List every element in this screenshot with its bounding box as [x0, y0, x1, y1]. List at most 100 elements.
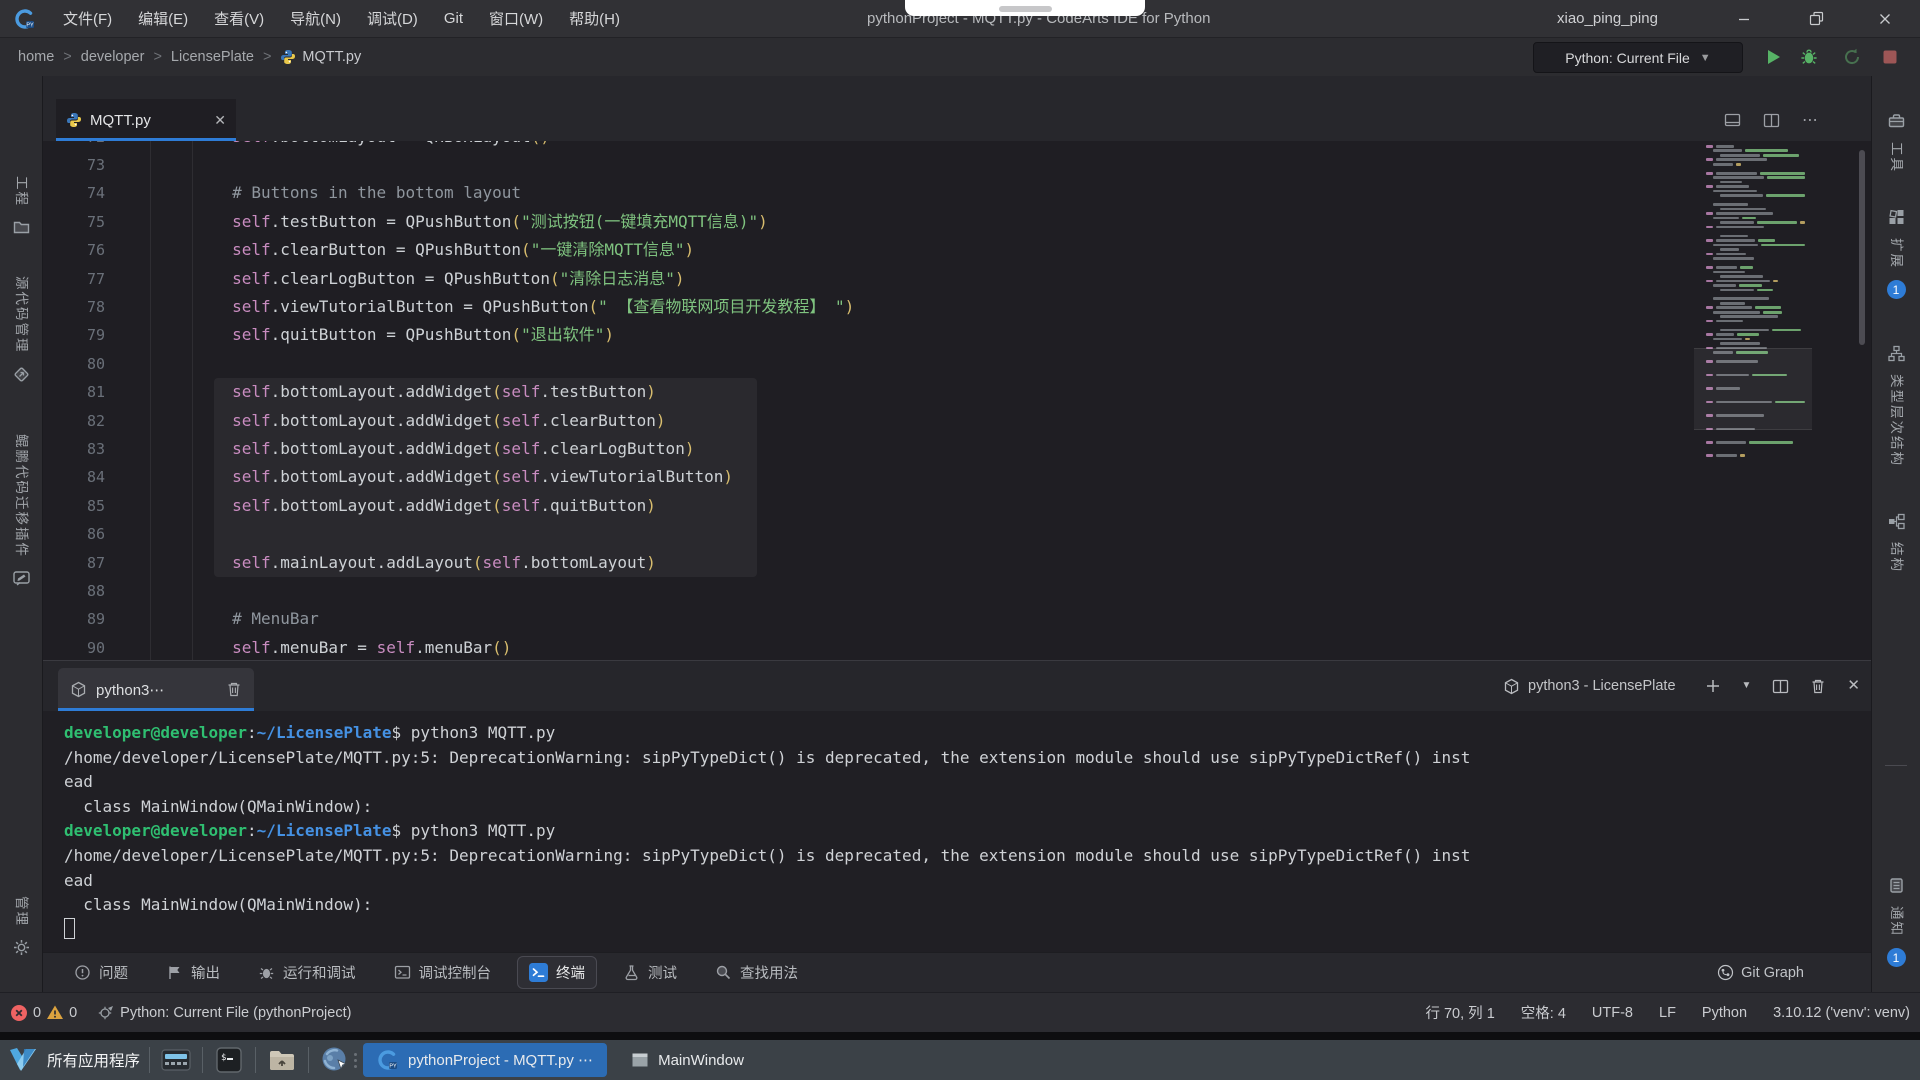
run-button[interactable]: [1762, 46, 1784, 68]
sidebar-item-manage[interactable]: 管理: [0, 896, 42, 957]
warning-icon: [46, 1004, 64, 1021]
panel-tab-terminal[interactable]: 终端: [517, 956, 597, 989]
restart-button[interactable]: [1841, 46, 1863, 68]
code-line-82: 82 self.bottomLayout.addWidget(self.clea…: [42, 407, 1872, 435]
breadcrumb-item-0[interactable]: home: [18, 49, 54, 65]
activity-bar-right: 工具扩展1 类型层次结构结构通知1: [1871, 76, 1920, 992]
run-config-dropdown[interactable]: Python: Current File ▼: [1533, 42, 1743, 73]
menu-7[interactable]: 帮助(H): [556, 0, 633, 37]
open-preview-icon[interactable]: [1724, 112, 1741, 129]
sidebar-item-kunpeng-migration[interactable]: 鲲鹏代码迁移插件: [0, 434, 42, 588]
toolbar-row: home>developer>LicensePlate>MQTT.py Pyth…: [0, 37, 1920, 76]
minimap-line: [1700, 445, 1805, 448]
minimap-line: [1700, 271, 1805, 274]
breadcrumb-separator: >: [263, 49, 271, 65]
more-actions-icon[interactable]: ⋯: [1802, 112, 1818, 129]
split-terminal-icon[interactable]: [1772, 678, 1789, 695]
minimap-line: [1700, 436, 1805, 439]
panel-launcher-keyboard[interactable]: [159, 1043, 193, 1077]
menu-3[interactable]: 导航(N): [277, 0, 354, 37]
terminal-tab-bar: python3⋯ python3 - LicensePlate ▼ ✕: [42, 661, 1872, 711]
terminal-launcher[interactable]: $: [212, 1043, 246, 1077]
code-text: self.menuBar = self.menuBar(): [155, 634, 511, 660]
breadcrumb-item-3[interactable]: MQTT.py: [302, 49, 361, 65]
menu-2[interactable]: 查看(V): [201, 0, 277, 37]
minimap-line: [1700, 333, 1805, 336]
sidebar-item-project[interactable]: 工程: [0, 176, 42, 237]
taskbar-task-mainwindow[interactable]: MainWindow: [617, 1043, 758, 1077]
panel-tab-run-debug[interactable]: 运行和调试: [246, 956, 368, 989]
sidebar-item-structure[interactable]: 结构: [1872, 512, 1920, 573]
minimap-viewport-band[interactable]: [1694, 348, 1812, 430]
terminal-output[interactable]: developer@developer:~/LicensePlate$ pyth…: [42, 711, 1872, 952]
sidebar-item-tools-label: 工具: [1889, 142, 1903, 173]
panel-tab-tests[interactable]: 测试: [611, 956, 689, 989]
menu-5[interactable]: Git: [431, 0, 476, 37]
applications-menu-button[interactable]: 所有应用程序: [8, 1047, 140, 1073]
terminal-tab-python3[interactable]: python3⋯: [58, 668, 254, 711]
tests-icon: [623, 964, 640, 981]
close-tab-icon[interactable]: ✕: [214, 112, 226, 129]
minimap-line: [1700, 149, 1805, 152]
minimap-line: [1700, 158, 1805, 161]
sidebar-item-extensions[interactable]: 扩展1: [1872, 208, 1920, 299]
line-number: 75: [42, 208, 105, 236]
kill-terminal-icon[interactable]: [226, 681, 242, 698]
split-editor-icon[interactable]: [1763, 112, 1780, 129]
sidebar-item-notifications[interactable]: 通知1: [1872, 876, 1920, 967]
problems-status[interactable]: 0 0: [10, 1004, 77, 1022]
sidebar-item-source-control[interactable]: 源代码管理: [0, 276, 42, 384]
code-text: self.mainLayout.addLayout(self.bottomLay…: [155, 549, 656, 577]
taskbar-task-codearts[interactable]: PYpythonProject - MQTT.py ⋯: [363, 1043, 607, 1077]
language-status[interactable]: Python: [1702, 1005, 1747, 1021]
git-graph-button[interactable]: Git Graph: [1717, 964, 1804, 981]
terminal-session-select[interactable]: python3 - LicensePlate: [1503, 678, 1676, 695]
user-account-label[interactable]: xiao_ping_ping: [1557, 0, 1658, 37]
minimap-line: [1700, 320, 1805, 323]
minimap-line: [1700, 441, 1805, 444]
taskbar-separator: [149, 1047, 150, 1073]
warning-count: 0: [69, 1005, 77, 1021]
stop-button[interactable]: [1879, 46, 1901, 68]
menu-4[interactable]: 调试(D): [354, 0, 431, 37]
panel-tab-debug-console[interactable]: 调试控制台: [382, 956, 504, 989]
indentation-status[interactable]: 空格: 4: [1521, 1002, 1566, 1023]
panel-tab-find-usages[interactable]: 查找用法: [703, 956, 810, 989]
breadcrumb-separator: >: [63, 49, 71, 65]
line-number: 86: [42, 520, 105, 548]
minimap-line: [1700, 244, 1805, 247]
breadcrumb-item-1[interactable]: developer: [81, 49, 145, 65]
menu-1[interactable]: 编辑(E): [125, 0, 201, 37]
delete-terminal-icon[interactable]: [1810, 678, 1826, 695]
interpreter-status[interactable]: Python: Current File (pythonProject): [98, 1004, 351, 1021]
panel-tab-bar: 问题输出运行和调试调试控制台终端测试查找用法 Git Graph: [42, 952, 1872, 992]
encoding-status[interactable]: UTF-8: [1592, 1005, 1633, 1021]
menu-0[interactable]: 文件(F): [50, 0, 125, 37]
python-env-status[interactable]: 3.10.12 ('venv': venv): [1773, 1005, 1910, 1021]
editor-scrollbar[interactable]: [1859, 150, 1865, 345]
file-manager-launcher[interactable]: [265, 1043, 299, 1077]
minimap-line: [1700, 145, 1805, 148]
new-terminal-icon[interactable]: [1705, 678, 1721, 694]
minimap-line: [1700, 253, 1805, 256]
debug-button[interactable]: [1798, 46, 1820, 68]
sidebar-item-type-hierarchy[interactable]: 类型层次结构: [1872, 344, 1920, 467]
code-viewport[interactable]: 72 self.bottomLayout = QHBoxLayout()7374…: [42, 141, 1872, 660]
panel-tab-output[interactable]: 输出: [154, 956, 232, 989]
minimize-button[interactable]: [1727, 0, 1761, 37]
close-window-button[interactable]: [1868, 0, 1902, 37]
eol-status[interactable]: LF: [1659, 1005, 1676, 1021]
sidebar-item-extensions-label: 扩展: [1889, 238, 1903, 269]
kunpeng-icon: [12, 569, 31, 588]
editor-tab-mqtt[interactable]: MQTT.py ✕: [56, 99, 236, 141]
folder-icon: [12, 218, 31, 237]
minimap-line: [1700, 306, 1805, 309]
sidebar-item-tools[interactable]: 工具: [1872, 112, 1920, 173]
panel-tab-problems[interactable]: 问题: [62, 956, 140, 989]
menu-6[interactable]: 窗口(W): [476, 0, 556, 37]
code-text: self.viewTutorialButton = QPushButton(" …: [155, 293, 854, 321]
maximize-button[interactable]: [1799, 0, 1833, 37]
breadcrumb-item-2[interactable]: LicensePlate: [171, 49, 254, 65]
browser-launcher[interactable]: [318, 1043, 352, 1077]
cursor-position-status[interactable]: 行 70, 列 1: [1425, 1002, 1494, 1023]
